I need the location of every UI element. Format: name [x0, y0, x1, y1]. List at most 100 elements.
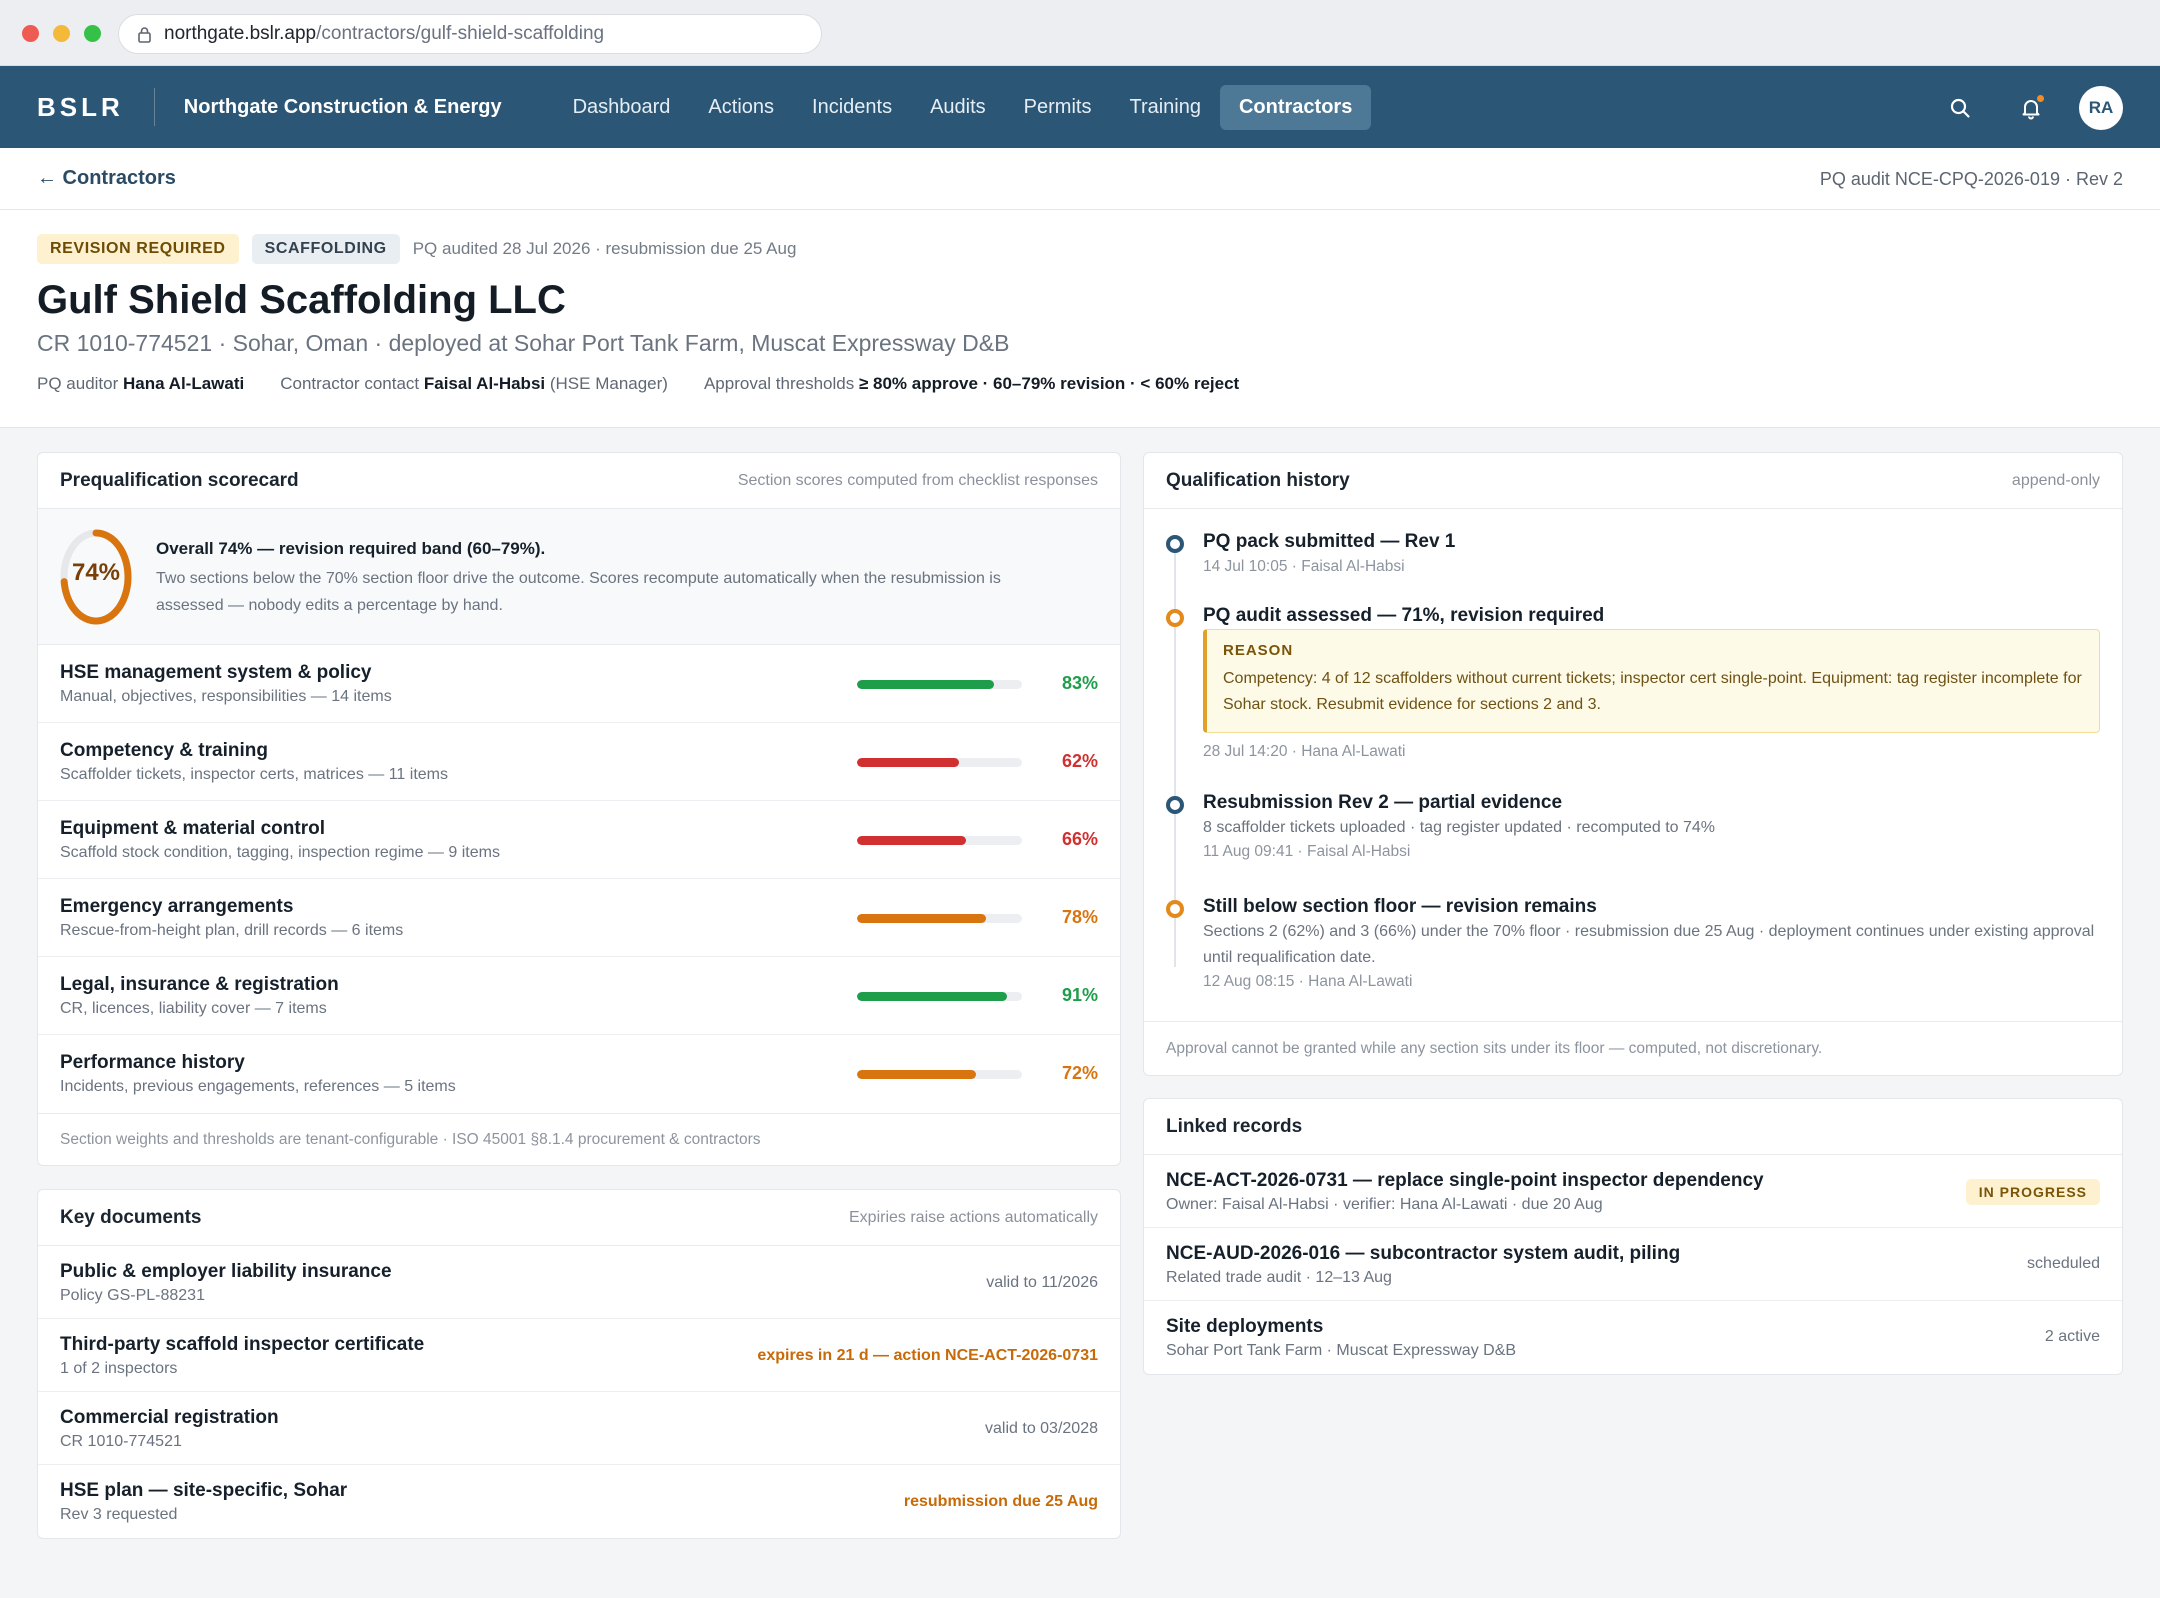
document-status: expires in 21 d — action NCE-ACT-2026-07…: [757, 1347, 1098, 1364]
linked-record-name: Site deployments: [1166, 1316, 1324, 1337]
document-name: HSE plan — site-specific, Sohar: [60, 1480, 348, 1501]
reason-text: Competency: 4 of 12 scaffolders without …: [1223, 670, 2082, 713]
timeline-title: Still below section floor — revision rem…: [1203, 896, 1597, 917]
window-maximize-button[interactable]: [84, 25, 101, 42]
brand-logo[interactable]: BSLR: [37, 92, 124, 123]
nav-actions: RA: [1910, 86, 2123, 130]
section-detail: Manual, objectives, responsibilities — 1…: [60, 688, 392, 705]
section-detail: Incidents, previous engagements, referen…: [60, 1078, 456, 1095]
section-score-row[interactable]: Equipment & material control Scaffold sto…: [38, 801, 1120, 879]
section-score-value: 91%: [1061, 985, 1098, 1005]
document-detail: Policy GS-PL-88231: [60, 1287, 205, 1304]
back-to-contractors-link[interactable]: ← Contractors: [37, 167, 176, 190]
linked-record-detail: Sohar Port Tank Farm · Muscat Expressway…: [1166, 1342, 1517, 1359]
timeline-text: Sections 2 (62%) and 3 (66%) under the 7…: [1203, 923, 2095, 966]
document-status: valid to 11/2026: [986, 1274, 1098, 1291]
section-score-bar: [857, 914, 1022, 923]
section-score-value: 62%: [1061, 751, 1098, 771]
nav-menu: Dashboard Actions Incidents Audits Permits Tr…: [554, 84, 1372, 130]
linked-record-name: NCE-AUD-2026-016 — subcontractor system …: [1166, 1243, 1681, 1264]
section-scores: HSE management system & policy Manual, ob…: [38, 645, 1120, 1113]
contact-info: Contractor contact Faisal Al-Habsi (HSE …: [280, 374, 668, 393]
linked-record-status: 2 active: [2044, 1328, 2100, 1345]
breadcrumb: ← Contractors PQ audit NCE-CPQ-2026-019 …: [0, 148, 2160, 210]
section-detail: Scaffold stock condition, tagging, inspe…: [60, 844, 500, 861]
linked-records-title: Linked records: [1166, 1115, 1303, 1137]
linked-records-card: Linked records NCE-ACT-2026-0731 — repla…: [1143, 1098, 2123, 1375]
documents-card: Key documents Expiries raise actions aut…: [37, 1189, 1121, 1539]
scorecard-card: Prequalification scorecard Section score…: [37, 452, 1121, 1166]
history-note: append-only: [2011, 471, 2100, 489]
page-subtitle: CR 1010-774521 · Sohar, Oman · deployed …: [37, 330, 1010, 356]
documents-title: Key documents: [60, 1206, 202, 1228]
section-score-bar: [857, 680, 1022, 689]
overall-score-heading: Overall 74% — revision required band (60…: [156, 539, 546, 558]
window-close-button[interactable]: [22, 25, 39, 42]
history-header: Qualification history append-only: [1144, 453, 2122, 509]
auditor-name: Hana Al-Lawati: [123, 374, 245, 393]
scorecard-title: Prequalification scorecard: [60, 469, 299, 491]
document-row[interactable]: HSE plan — site-specific, Sohar Rev 3 req…: [38, 1465, 1120, 1538]
document-detail: 1 of 2 inspectors: [60, 1360, 178, 1377]
timeline-text: 8 scaffolder tickets uploaded · tag regi…: [1203, 819, 1716, 836]
top-nav: BSLR Northgate Construction & Energy Das…: [0, 66, 2160, 148]
documents-header: Key documents Expiries raise actions aut…: [38, 1190, 1120, 1246]
section-score-row[interactable]: Competency & training Scaffolder tickets,…: [38, 723, 1120, 801]
document-name: Public & employer liability insurance: [60, 1261, 392, 1282]
contact-name: Faisal Al-Habsi: [423, 374, 546, 393]
document-row[interactable]: Third-party scaffold inspector certifica…: [38, 1319, 1120, 1392]
linked-record-row[interactable]: NCE-AUD-2026-016 — subcontractor system …: [1144, 1228, 2122, 1301]
timeline-meta: 14 Jul 10:05 · Faisal Al-Habsi: [1203, 558, 1405, 575]
section-detail: CR, licences, liability cover — 7 items: [60, 1000, 327, 1017]
lock-icon: [138, 26, 151, 43]
document-row[interactable]: Commercial registration CR 1010-774521 val…: [38, 1392, 1120, 1465]
section-name: HSE management system & policy: [60, 662, 372, 683]
document-name: Third-party scaffold inspector certifica…: [60, 1334, 425, 1355]
section-score-fill: [857, 914, 986, 923]
history-footer: Approval cannot be granted while any sec…: [1144, 1021, 2122, 1075]
trade-badge: SCAFFOLDING: [251, 234, 400, 264]
reason-label: REASON: [1223, 642, 1294, 659]
documents-list: Public & employer liability insurance Pol…: [38, 1246, 1120, 1538]
nav-item-incidents[interactable]: Incidents: [793, 85, 911, 130]
nav-item-training[interactable]: Training: [1110, 85, 1220, 130]
search-icon: [1950, 98, 1970, 118]
section-score-value: 78%: [1061, 907, 1098, 927]
window-minimize-button[interactable]: [53, 25, 70, 42]
search-button[interactable]: [1939, 87, 1981, 129]
notifications-button[interactable]: [2010, 87, 2052, 129]
timeline-title: PQ pack submitted — Rev 1: [1203, 531, 1456, 552]
linked-record-row[interactable]: NCE-ACT-2026-0731 — replace single-point…: [1144, 1155, 2122, 1228]
document-status: resubmission due 25 Aug: [903, 1493, 1098, 1510]
section-score-bar: [857, 758, 1022, 767]
section-score-bar: [857, 836, 1022, 845]
org-name[interactable]: Northgate Construction & Energy: [184, 96, 502, 119]
page-title: Gulf Shield Scaffolding LLC: [37, 278, 566, 322]
address-bar[interactable]: northgate.bslr.app/contractors/gulf-shie…: [118, 14, 822, 54]
section-score-fill: [857, 836, 966, 845]
section-score-row[interactable]: Emergency arrangements Rescue-from-height…: [38, 879, 1120, 957]
nav-item-actions[interactable]: Actions: [689, 85, 793, 130]
nav-item-dashboard[interactable]: Dashboard: [554, 85, 690, 130]
history-card: Qualification history append-only PQ pac…: [1143, 452, 2123, 1076]
document-row[interactable]: Public & employer liability insurance Pol…: [38, 1246, 1120, 1319]
nav-item-permits[interactable]: Permits: [1005, 85, 1111, 130]
timeline-meta: 28 Jul 14:20 · Hana Al-Lawati: [1203, 743, 1406, 760]
nav-item-contractors[interactable]: Contractors: [1219, 84, 1372, 130]
section-score-bar: [857, 992, 1022, 1001]
timeline-dot: [1166, 535, 1184, 553]
user-avatar[interactable]: RA: [2079, 86, 2123, 130]
audit-reference: PQ audit NCE-CPQ-2026-019 · Rev 2: [1819, 169, 2123, 189]
linked-record-row[interactable]: Site deployments Sohar Port Tank Farm · M…: [1144, 1301, 2122, 1374]
section-score-row[interactable]: HSE management system & policy Manual, ob…: [38, 645, 1120, 723]
section-name: Emergency arrangements: [60, 896, 294, 917]
section-score-row[interactable]: Legal, insurance & registration CR, licen…: [38, 957, 1120, 1035]
url-host: northgate.bslr.app: [164, 23, 317, 44]
overall-score-description: Two sections below the 70% section floor…: [156, 570, 1001, 614]
section-name: Competency & training: [60, 740, 268, 761]
status-pill: IN PROGRESS: [1965, 1179, 2100, 1205]
scorecard-footer: Section weights and thresholds are tenan…: [38, 1113, 1120, 1165]
nav-item-audits[interactable]: Audits: [911, 85, 1005, 130]
section-score-row[interactable]: Performance history Incidents, previous e…: [38, 1035, 1120, 1113]
linked-records-list: NCE-ACT-2026-0731 — replace single-point…: [1144, 1155, 2122, 1374]
